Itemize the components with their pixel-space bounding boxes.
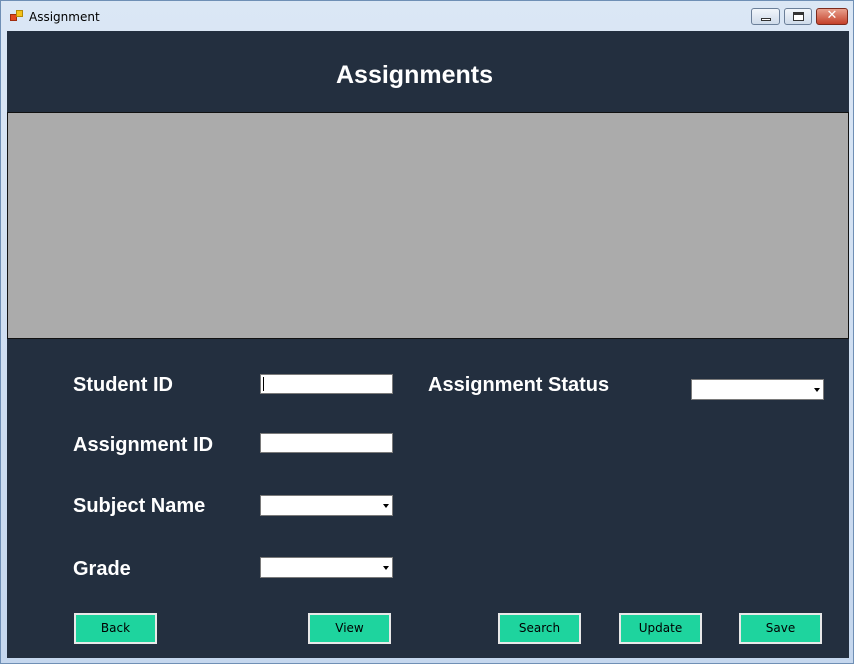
grade-label: Grade	[73, 558, 131, 580]
maximize-icon	[793, 12, 804, 21]
chevron-down-icon	[383, 504, 389, 508]
update-button[interactable]: Update	[619, 613, 702, 644]
window-title: Assignment	[29, 10, 100, 24]
back-button[interactable]: Back	[74, 613, 157, 644]
minimize-button[interactable]	[751, 8, 780, 25]
chevron-down-icon	[814, 388, 820, 392]
app-icon	[10, 10, 24, 22]
assignments-data-grid[interactable]	[7, 112, 849, 339]
text-caret	[263, 377, 264, 391]
form-body: Assignments Student ID Assignment ID Sub…	[7, 31, 849, 658]
maximize-button[interactable]	[784, 8, 812, 25]
assignment-status-label: Assignment Status	[428, 374, 610, 396]
assignment-id-label: Assignment ID	[73, 434, 214, 456]
subject-name-label: Subject Name	[73, 495, 206, 517]
close-button[interactable]: ✕	[816, 8, 848, 25]
chevron-down-icon	[383, 566, 389, 570]
app-window: Assignment ✕ Assignments Student ID Assi…	[0, 0, 854, 664]
subject-name-dropdown[interactable]	[260, 495, 393, 516]
assignment-id-input[interactable]	[260, 433, 393, 453]
student-id-input[interactable]	[260, 374, 393, 394]
title-bar[interactable]: Assignment ✕	[1, 1, 853, 31]
student-id-label: Student ID	[73, 374, 173, 396]
close-icon: ✕	[826, 8, 838, 23]
search-button[interactable]: Search	[498, 613, 581, 644]
grade-dropdown[interactable]	[260, 557, 393, 578]
page-title: Assignments	[336, 61, 493, 89]
view-button[interactable]: View	[308, 613, 391, 644]
assignment-status-dropdown[interactable]	[691, 379, 824, 400]
minimize-icon	[761, 18, 771, 21]
save-button[interactable]: Save	[739, 613, 822, 644]
